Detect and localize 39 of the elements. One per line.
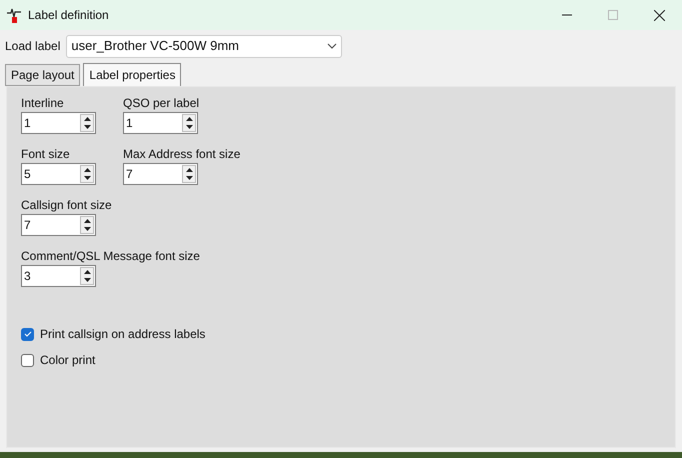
field-label: Callsign font size [21, 198, 112, 213]
spin-field[interactable]: 3 [21, 265, 96, 287]
load-label-text: Load label [5, 38, 60, 55]
checkbox[interactable] [21, 328, 34, 340]
spin-field[interactable]: 7 [21, 214, 96, 236]
field-value: 7 [24, 217, 32, 234]
spin-field[interactable]: 7 [123, 163, 198, 185]
spin-arrows-icon[interactable] [182, 165, 196, 183]
checkbox[interactable] [21, 354, 34, 366]
field-value: 5 [24, 166, 32, 183]
dropdown-value: user_Brother VC-500W 9mm [71, 37, 240, 56]
spin-arrows-icon[interactable] [182, 114, 196, 132]
spin-arrows-icon[interactable] [80, 114, 94, 132]
window-title: Label definition [28, 7, 109, 24]
spin-arrows-icon[interactable] [80, 216, 94, 234]
spin-arrows-icon[interactable] [80, 165, 94, 183]
app-icon [6, 7, 22, 23]
spin-field[interactable]: 5 [21, 163, 96, 185]
field-value: 7 [126, 166, 134, 183]
field-label: Max Address font size [123, 147, 240, 162]
field-value: 1 [126, 115, 134, 132]
field-label: Font size [21, 147, 71, 162]
field-label: QSO per label [123, 96, 200, 111]
field-value: 1 [24, 115, 32, 132]
close-icon [654, 10, 664, 20]
spin-field[interactable]: 1 [123, 112, 198, 134]
tab[interactable]: Page layout [5, 64, 80, 86]
spin-arrows-icon[interactable] [80, 267, 94, 285]
field-label: Comment/QSL Message font size [21, 249, 200, 264]
load-label-dropdown[interactable]: user_Brother VC-500W 9mm [66, 34, 342, 58]
tab[interactable]: Label properties [83, 63, 182, 86]
check-icon [24, 331, 32, 337]
field-value: 3 [24, 268, 32, 285]
chevron-down-icon [327, 43, 338, 49]
field-label: Interline [21, 96, 65, 111]
checkbox-label: Color print [40, 352, 96, 369]
checkbox-label: Print callsign on address labels [40, 326, 206, 343]
maximize-icon [608, 10, 618, 20]
spin-field[interactable]: 1 [21, 112, 96, 134]
